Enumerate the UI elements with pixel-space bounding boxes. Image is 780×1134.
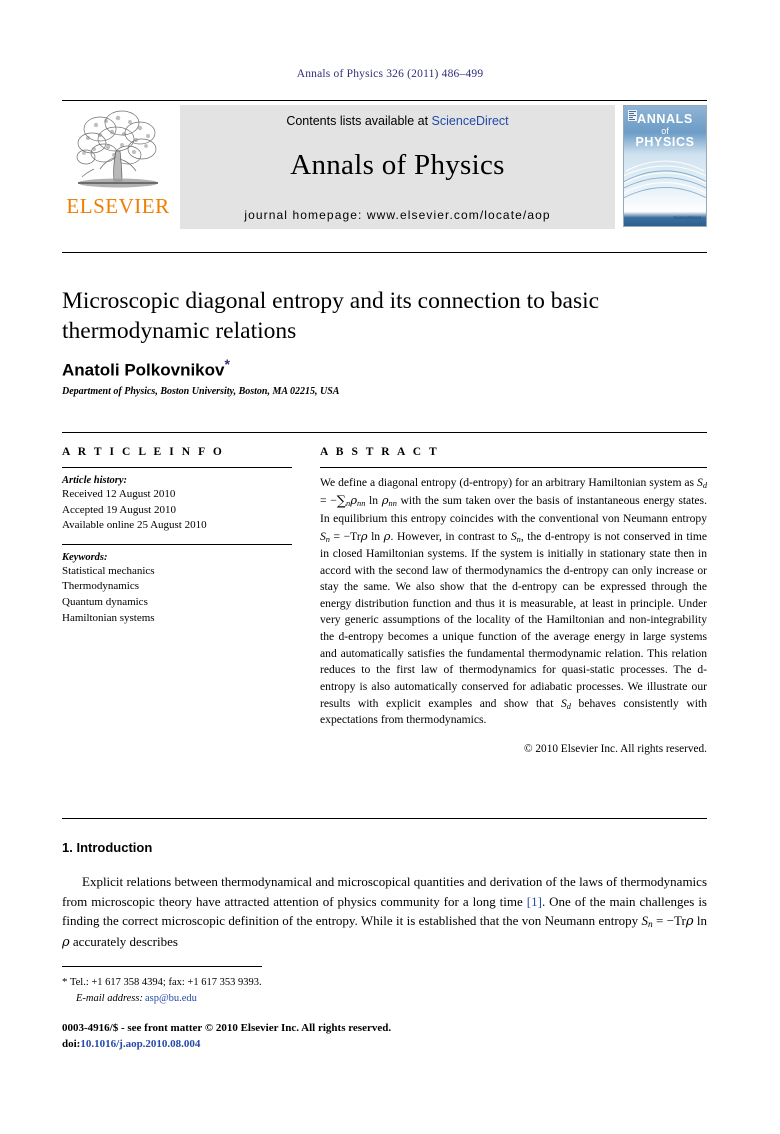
intro-formula-rho: ρ <box>685 914 694 929</box>
journal-title: Annals of Physics <box>290 148 505 181</box>
footnote-email-line: E-mail address: asp@bu.edu <box>62 991 462 1007</box>
section-heading-introduction: 1. Introduction <box>62 840 153 855</box>
article-info-heading: A R T I C L E I N F O <box>62 446 225 458</box>
formula-rho-symbol: ρ <box>350 492 358 507</box>
elsevier-wordmark: ELSEVIER <box>66 194 170 218</box>
formula-ln: ln <box>365 493 382 507</box>
abstract-rule <box>320 467 707 468</box>
intro-formula-ln: ln <box>693 913 707 928</box>
history-received: Received 12 August 2010 <box>62 488 176 500</box>
abstract-heading: A B S T R A C T <box>320 446 440 458</box>
keyword-item: Hamiltonian systems <box>62 611 155 624</box>
cover-sciencedirect-badge: ScienceDirect <box>673 215 701 221</box>
abstract-part-3: . However, in contrast to <box>390 530 511 544</box>
formula-equals: = − <box>320 493 337 507</box>
journal-cover-thumbnail: ANNALS of PHYSICS ScienceDirect <box>623 105 707 227</box>
sciencedirect-link[interactable]: ScienceDirect <box>432 114 509 128</box>
doi-line: doi:10.1016/j.aop.2010.08.004 <box>62 1037 562 1053</box>
formula-sn-equals: = −Tr <box>329 530 361 544</box>
paper-page: Annals of Physics 326 (2011) 486–499 ELS… <box>0 0 780 1134</box>
author-affiliation: Department of Physics, Boston University… <box>62 386 340 397</box>
contents-available-line: Contents lists available at ScienceDirec… <box>286 114 508 128</box>
history-accepted: Accepted 19 August 2010 <box>62 503 176 516</box>
page-title: Microscopic diagonal entropy and its con… <box>62 288 600 345</box>
history-available-online: Available online 25 August 2010 <box>62 519 207 532</box>
info-rule-b <box>62 543 292 545</box>
footnote-marker: * <box>62 976 68 988</box>
email-link[interactable]: asp@bu.edu <box>145 993 197 1004</box>
formula-rho-symbol-2: ρ <box>381 492 389 507</box>
keyword-item: Statistical mechanics <box>62 564 155 577</box>
formula-sum-symbol: ∑ <box>336 493 347 509</box>
cover-title: ANNALS of PHYSICS <box>624 112 706 150</box>
formula-sn-rho: ρ <box>360 529 368 544</box>
info-rule-a <box>62 467 292 468</box>
running-head: Annals of Physics 326 (2011) 486–499 <box>296 68 484 80</box>
intro-text-c: accurately describes <box>69 934 178 950</box>
doi-link[interactable]: 10.1016/j.aop.2010.08.004 <box>80 1038 200 1050</box>
abstract-part-4: , the d-entropy is not conserved in time… <box>320 530 707 710</box>
formula-sn-rho-2: ρ <box>383 529 391 544</box>
elsevier-tree-icon <box>76 110 158 188</box>
journal-banner: Contents lists available at ScienceDirec… <box>180 105 615 229</box>
footnote-block: * Tel.: +1 617 358 4394; fax: +1 617 353… <box>62 974 462 1007</box>
article-history-label: Article history: <box>62 475 128 486</box>
intro-formula-equals: = −Tr <box>652 913 686 928</box>
abstract-text: We define a diagonal entropy (d-entropy)… <box>320 475 707 757</box>
email-label: E-mail address: <box>76 992 143 1004</box>
author-label: Anatoli Polkovnikov <box>62 360 225 380</box>
formula-sn-ln: ln <box>367 530 384 544</box>
footnote-contact: Tel.: +1 617 358 4394; fax: +1 617 353 9… <box>69 977 262 988</box>
cover-title-line3: PHYSICS <box>635 135 695 150</box>
keyword-item: Thermodynamics <box>62 580 139 593</box>
author-name: Anatoli Polkovnikov* <box>62 356 702 381</box>
footnote-divider <box>62 966 262 967</box>
abstract-part-1: We define a diagonal entropy (d-entropy)… <box>320 476 698 489</box>
formula-rho-subscript-2: nn <box>388 498 397 508</box>
corresponding-author-marker: * <box>224 356 230 372</box>
keywords-label: Keywords: <box>62 551 108 563</box>
journal-homepage-link[interactable]: journal homepage: www.elsevier.com/locat… <box>244 208 550 222</box>
doi-label: doi: <box>62 1037 81 1050</box>
contents-available-text: Contents lists available at <box>286 114 429 128</box>
abstract-column: A B S T R A C T We define a diagonal ent… <box>320 446 707 757</box>
info-divider-top <box>62 432 707 433</box>
info-divider-bottom <box>62 818 707 819</box>
intro-formula-rho-2: ρ <box>62 935 70 951</box>
cover-title-line1: ANNALS <box>637 112 693 126</box>
citation-link-1[interactable]: [1] <box>527 894 542 909</box>
issn-line: 0003-4916/$ - see front matter © 2010 El… <box>62 1022 392 1034</box>
article-info-column: A R T I C L E I N F O Article history: R… <box>62 446 292 626</box>
introduction-paragraph: Explicit relations between thermodynamic… <box>62 872 707 953</box>
elsevier-logo: ELSEVIER <box>62 105 174 217</box>
title-divider <box>62 252 707 253</box>
abstract-copyright: © 2010 Elsevier Inc. All rights reserved… <box>523 742 707 755</box>
formula-sd-subscript: d <box>702 480 707 490</box>
journal-masthead: ELSEVIER Contents lists available at Sci… <box>62 100 707 232</box>
keyword-item: Quantum dynamics <box>62 596 148 609</box>
issn-doi-block: 0003-4916/$ - see front matter © 2010 El… <box>62 1021 562 1053</box>
